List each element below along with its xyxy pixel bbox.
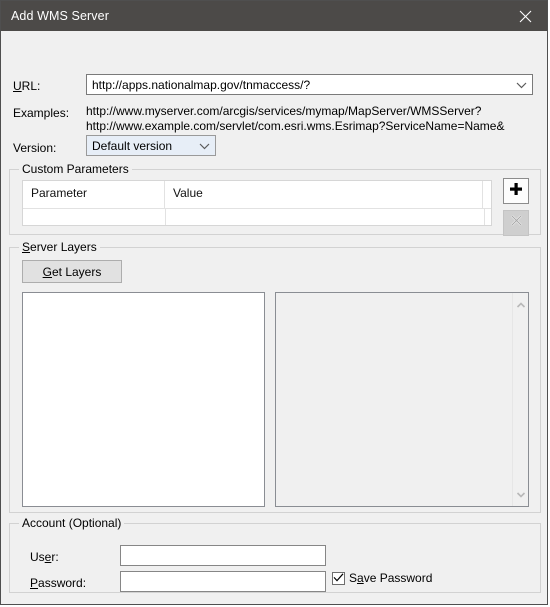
cell-spacer <box>485 209 491 225</box>
chevron-up-icon[interactable] <box>516 296 526 314</box>
cell-parameter <box>23 209 166 225</box>
close-icon <box>519 10 532 23</box>
dialog-body: URL: http://apps.nationalmap.gov/tnmacce… <box>1 31 547 604</box>
column-header-value: Value <box>165 181 483 208</box>
title-bar: Add WMS Server <box>1 1 547 31</box>
version-label: Version: <box>13 141 57 155</box>
user-input[interactable] <box>120 545 326 566</box>
dialog-title: Add WMS Server <box>11 9 109 23</box>
column-header-parameter: Parameter <box>23 181 165 208</box>
chevron-down-icon[interactable] <box>516 485 526 503</box>
user-label: User: <box>30 550 59 564</box>
server-layers-list[interactable] <box>22 292 265 507</box>
url-label: URL: <box>13 79 41 93</box>
account-group: Account (Optional) User: Password: Save … <box>9 516 541 593</box>
layer-details-content <box>276 293 512 506</box>
examples-label: Examples: <box>13 106 70 120</box>
password-label: Password: <box>30 576 87 590</box>
example-url-2: http://www.example.com/servlet/com.esri.… <box>86 119 505 133</box>
account-title: Account (Optional) <box>19 516 125 530</box>
layer-details-panel[interactable] <box>275 292 529 507</box>
url-input[interactable]: http://apps.nationalmap.gov/tnmaccess/? <box>87 78 510 92</box>
cell-value <box>166 209 485 225</box>
custom-parameters-table[interactable]: Parameter Value <box>22 180 492 226</box>
chevron-down-icon[interactable] <box>193 142 215 150</box>
close-button[interactable] <box>503 1 547 31</box>
close-x-icon <box>510 214 523 232</box>
server-layers-title: Server Layers <box>19 240 100 254</box>
custom-parameters-group: Custom Parameters Parameter Value <box>9 162 541 236</box>
chevron-down-icon[interactable] <box>510 81 532 89</box>
save-password-label: Save Password <box>349 571 433 585</box>
layer-details-scrollbar[interactable] <box>512 293 528 506</box>
examples-text: http://www.myserver.com/arcgis/services/… <box>86 104 504 134</box>
save-password-checkbox[interactable]: Save Password <box>332 571 432 585</box>
custom-parameters-title: Custom Parameters <box>19 162 132 176</box>
server-layers-group: Server Layers Get Layers <box>9 240 541 513</box>
get-layers-button[interactable]: Get Layers <box>22 260 122 283</box>
table-row[interactable] <box>23 209 491 225</box>
example-url-1: http://www.myserver.com/arcgis/services/… <box>86 104 482 118</box>
add-parameter-button[interactable] <box>503 178 529 204</box>
checkbox-box[interactable] <box>332 569 345 587</box>
delete-parameter-button <box>503 210 529 236</box>
column-header-spacer <box>483 181 491 208</box>
version-selected-value: Default version <box>92 138 173 153</box>
check-icon <box>333 569 344 587</box>
add-wms-server-dialog: Add WMS Server URL: http://apps.national… <box>0 0 548 605</box>
version-select[interactable]: Default version <box>86 135 216 156</box>
url-combobox[interactable]: http://apps.nationalmap.gov/tnmaccess/? <box>86 74 533 95</box>
password-input[interactable] <box>120 571 326 592</box>
table-header-row: Parameter Value <box>23 181 491 209</box>
plus-icon <box>509 182 523 201</box>
